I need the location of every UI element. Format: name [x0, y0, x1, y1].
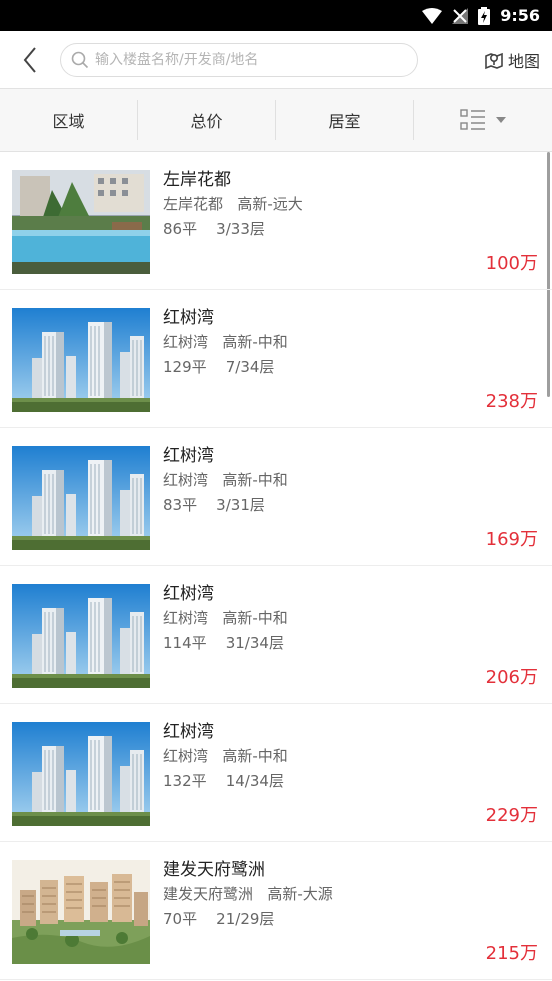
listing-community: 红树湾 — [163, 333, 209, 351]
listing-photo — [12, 584, 150, 688]
estate-icon — [12, 860, 150, 964]
listing-area: 114平 — [163, 634, 207, 652]
listing-item[interactable]: 左岸花都 左岸花都 高新-远大 86平 3/33层 100万 — [0, 152, 552, 290]
listing-district: 高新-中和 — [222, 471, 288, 489]
listing-community: 红树湾 — [163, 747, 209, 765]
listing-title: 红树湾 — [163, 446, 214, 466]
listing-photo — [12, 722, 150, 826]
battery-icon — [478, 6, 491, 25]
list-view-icon — [460, 109, 485, 130]
listing-community: 红树湾 — [163, 471, 209, 489]
listing-community: 红树湾 — [163, 609, 209, 627]
listing-location: 红树湾 高新-中和 — [163, 468, 288, 493]
listing-item[interactable]: 红树湾 红树湾 高新-中和 132平 14/34层 229万 — [0, 704, 552, 842]
listing-photo — [12, 860, 150, 964]
listing-area: 129平 — [163, 358, 207, 376]
listing-item[interactable]: 红树湾 红树湾 高新-中和 129平 7/34层 238万 — [0, 290, 552, 428]
filter-region[interactable]: 区域 — [0, 100, 138, 140]
listing-area: 86平 — [163, 220, 198, 238]
map-label: 地图 — [507, 52, 540, 71]
listing-area: 132平 — [163, 772, 207, 790]
pool-icon — [12, 170, 150, 274]
listing-list[interactable]: 左岸花都 左岸花都 高新-远大 86平 3/33层 100万 红树湾 红树湾 高… — [0, 152, 552, 980]
listing-area: 70平 — [163, 910, 198, 928]
listing-specs: 70平 21/29层 — [163, 907, 333, 932]
caret-down-icon — [496, 117, 506, 123]
listing-specs: 132平 14/34层 — [163, 769, 288, 794]
signal-off-icon — [452, 7, 469, 24]
listing-district: 高新-远大 — [237, 195, 303, 213]
search-input[interactable] — [95, 51, 417, 68]
listing-floor: 14/34层 — [225, 772, 284, 790]
listing-community: 左岸花都 — [163, 195, 224, 213]
towers-icon — [12, 446, 150, 550]
listing-floor: 7/34层 — [225, 358, 275, 376]
listing-district: 高新-中和 — [222, 747, 288, 765]
listing-location: 红树湾 高新-中和 — [163, 330, 288, 355]
listing-location: 红树湾 高新-中和 — [163, 744, 288, 769]
back-button[interactable] — [0, 31, 60, 89]
towers-icon — [12, 308, 150, 412]
listing-floor: 21/29层 — [216, 910, 275, 928]
towers-icon — [12, 584, 150, 688]
filter-total-price[interactable]: 总价 — [138, 100, 276, 140]
listing-price: 229万 — [485, 805, 538, 826]
listing-specs: 83平 3/31层 — [163, 493, 288, 518]
listing-community: 建发天府鹭洲 — [163, 885, 254, 903]
status-bar: 9:56 — [0, 0, 552, 31]
listing-specs: 114平 31/34层 — [163, 631, 288, 656]
listing-title: 红树湾 — [163, 308, 214, 328]
status-time: 9:56 — [500, 6, 540, 25]
listing-floor: 3/31层 — [216, 496, 265, 514]
search-box[interactable] — [60, 42, 418, 77]
listing-area: 83平 — [163, 496, 198, 514]
top-bar: 地图 — [0, 31, 552, 89]
filter-rooms[interactable]: 居室 — [276, 100, 414, 140]
search-icon — [71, 51, 89, 68]
listing-price: 238万 — [485, 391, 538, 412]
listing-item[interactable]: 红树湾 红树湾 高新-中和 114平 31/34层 206万 — [0, 566, 552, 704]
listing-photo — [12, 446, 150, 550]
listing-location: 红树湾 高新-中和 — [163, 606, 288, 631]
listing-district: 高新-大源 — [267, 885, 333, 903]
listing-district: 高新-中和 — [222, 333, 288, 351]
listing-price: 215万 — [485, 943, 538, 964]
chevron-left-icon — [23, 46, 36, 73]
listing-specs: 129平 7/34层 — [163, 355, 288, 380]
listing-price: 169万 — [485, 529, 538, 550]
listing-specs: 86平 3/33层 — [163, 217, 303, 242]
listing-item[interactable]: 红树湾 红树湾 高新-中和 83平 3/31层 169万 — [0, 428, 552, 566]
map-button[interactable]: 地图 — [484, 31, 540, 89]
listing-location: 建发天府鹭洲 高新-大源 — [163, 882, 333, 907]
filter-more-button[interactable] — [414, 100, 552, 140]
listing-item[interactable]: 建发天府鹭洲 建发天府鹭洲 高新-大源 70平 21/29层 215万 — [0, 842, 552, 980]
listing-photo — [12, 308, 150, 412]
filter-bar: 区域 总价 居室 — [0, 89, 552, 152]
towers-icon — [12, 722, 150, 826]
wifi-icon — [422, 7, 443, 24]
listing-title: 红树湾 — [163, 722, 214, 742]
listing-floor: 3/33层 — [216, 220, 265, 238]
listing-title: 红树湾 — [163, 584, 214, 604]
listing-price: 100万 — [485, 253, 538, 274]
listing-floor: 31/34层 — [225, 634, 284, 652]
listing-district: 高新-中和 — [222, 609, 288, 627]
listing-title: 左岸花都 — [163, 170, 231, 190]
listing-price: 206万 — [485, 667, 538, 688]
listing-location: 左岸花都 高新-远大 — [163, 192, 303, 217]
listing-title: 建发天府鹭洲 — [163, 860, 265, 880]
map-pin-icon — [485, 52, 503, 70]
listing-photo — [12, 170, 150, 274]
